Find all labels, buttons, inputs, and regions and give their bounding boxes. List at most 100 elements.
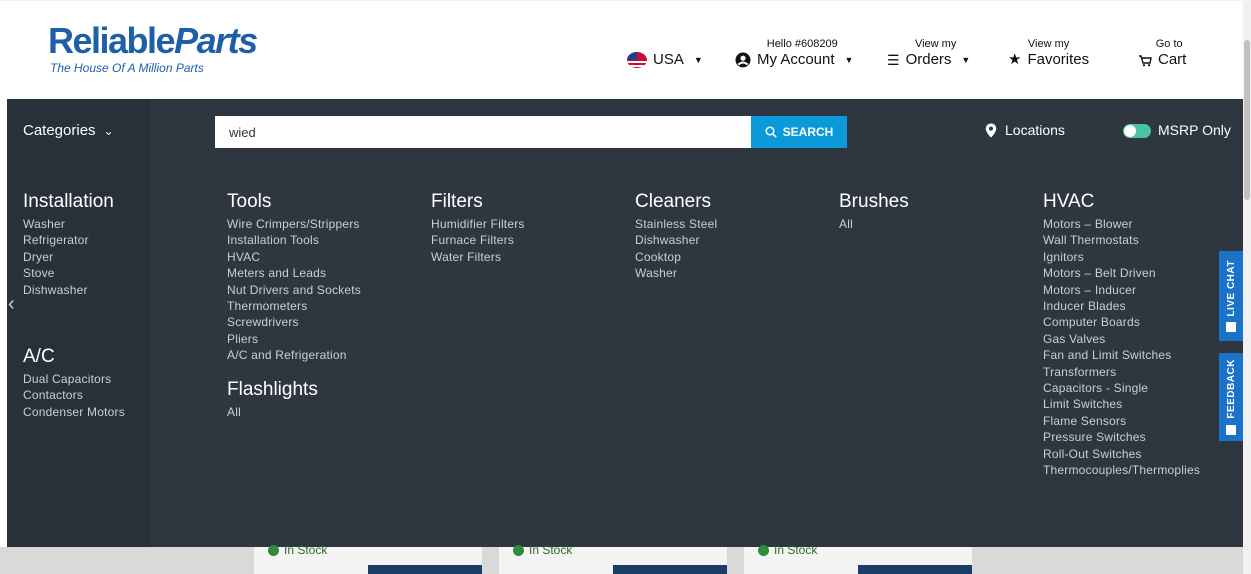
star-icon: ★ — [1008, 51, 1022, 68]
caret-down-icon: ▼ — [844, 55, 854, 65]
menu-column-cleaners: Cleaners Stainless Steel Dishwasher Cook… — [635, 191, 717, 282]
locations-link[interactable]: Locations — [985, 122, 1065, 138]
menu-item[interactable]: Contactors — [23, 387, 125, 403]
menu-item[interactable]: Water Filters — [431, 249, 525, 265]
add-to-cart-button[interactable] — [368, 565, 482, 574]
menu-item[interactable]: Dryer — [23, 249, 114, 265]
menu-item[interactable]: Ignitors — [1043, 249, 1200, 265]
chevron-left-icon[interactable]: ‹ — [8, 293, 15, 316]
menu-item[interactable]: Wall Thermostats — [1043, 232, 1200, 248]
caret-down-icon: ▼ — [693, 55, 703, 65]
list-icon: ☰ — [887, 52, 900, 68]
menu-item[interactable]: Transformers — [1043, 364, 1200, 380]
account-greeting: Hello #608209 — [766, 38, 838, 50]
menu-column-brushes: Brushes All — [839, 191, 909, 232]
menu-heading-brushes[interactable]: Brushes — [839, 191, 909, 213]
msrp-label: MSRP Only — [1158, 122, 1231, 138]
stock-badge: In Stock — [758, 543, 817, 557]
menu-heading-installation[interactable]: Installation — [23, 191, 114, 213]
menu-item[interactable]: Motors – Blower — [1043, 216, 1200, 232]
menu-item[interactable]: Screwdrivers — [227, 314, 361, 330]
add-to-cart-button[interactable] — [613, 565, 727, 574]
menu-item[interactable]: Condenser Motors — [23, 404, 125, 420]
menu-item[interactable]: Pressure Switches — [1043, 429, 1200, 445]
country-selector[interactable]: USA ▼ — [627, 51, 703, 69]
menu-item[interactable]: Thermocouples/Thermoplies — [1043, 462, 1200, 478]
menu-item[interactable]: A/C and Refrigeration — [227, 347, 361, 363]
check-circle-icon — [758, 544, 769, 556]
map-pin-icon — [985, 123, 997, 137]
stock-badge: In Stock — [513, 543, 572, 557]
menu-item[interactable]: All — [839, 216, 909, 232]
menu-item[interactable]: All — [227, 404, 318, 420]
chevron-down-icon: ⌄ — [103, 123, 114, 138]
menu-heading-filters[interactable]: Filters — [431, 191, 525, 213]
account-menu[interactable]: Hello #608209 My Account ▼ — [735, 38, 853, 69]
check-circle-icon — [268, 544, 279, 556]
menu-item[interactable]: Capacitors - Single — [1043, 380, 1200, 396]
menu-item[interactable]: Stainless Steel — [635, 216, 717, 232]
menu-column-tools: Tools Wire Crimpers/Strippers Installati… — [227, 191, 361, 364]
menu-heading-ac[interactable]: A/C — [23, 346, 125, 368]
menu-item[interactable]: Computer Boards — [1043, 314, 1200, 330]
check-circle-icon — [513, 544, 524, 556]
menu-item[interactable]: Refrigerator — [23, 232, 114, 248]
menu-heading-cleaners[interactable]: Cleaners — [635, 191, 717, 213]
menu-item[interactable]: Stove — [23, 265, 114, 281]
scrollbar-thumb[interactable] — [1244, 40, 1250, 200]
menu-item[interactable]: Inducer Blades — [1043, 298, 1200, 314]
menu-column-hvac: HVAC Motors – Blower Wall Thermostats Ig… — [1043, 191, 1200, 479]
stock-badge: In Stock — [268, 543, 327, 557]
feedback-icon — [1226, 424, 1236, 435]
add-to-cart-button[interactable] — [858, 565, 972, 574]
menu-item[interactable]: Motors – Belt Driven — [1043, 265, 1200, 281]
menu-item[interactable]: Wire Crimpers/Strippers — [227, 216, 361, 232]
menu-item[interactable]: Humidifier Filters — [431, 216, 525, 232]
live-chat-tab[interactable]: LIVE CHAT — [1219, 251, 1243, 341]
menu-item[interactable]: Cooktop — [635, 249, 717, 265]
menu-item[interactable]: Fan and Limit Switches — [1043, 347, 1200, 363]
menu-heading-tools[interactable]: Tools — [227, 191, 361, 213]
menu-item[interactable]: Dual Capacitors — [23, 371, 125, 387]
feedback-tab[interactable]: FEEDBACK — [1219, 353, 1243, 441]
menu-item[interactable]: Nut Drivers and Sockets — [227, 282, 361, 298]
menu-heading-hvac[interactable]: HVAC — [1043, 191, 1200, 213]
msrp-toggle[interactable] — [1123, 124, 1151, 138]
menu-item[interactable]: HVAC — [227, 249, 361, 265]
menu-item[interactable]: Flame Sensors — [1043, 413, 1200, 429]
logo-tagline: The House Of A Million Parts — [50, 61, 204, 75]
menu-item[interactable]: Dishwasher — [635, 232, 717, 248]
cart-icon — [1139, 54, 1152, 66]
menu-item[interactable]: Dishwasher — [23, 282, 114, 298]
menu-heading-flashlights[interactable]: Flashlights — [227, 379, 318, 401]
orders-link[interactable]: View my ☰ Orders ▼ — [887, 38, 970, 69]
menu-item[interactable]: Washer — [635, 265, 717, 281]
menu-column-flashlights: Flashlights All — [227, 379, 318, 420]
menu-item[interactable]: Thermometers — [227, 298, 361, 314]
page-scrollbar[interactable] — [1243, 0, 1251, 574]
menu-item[interactable]: Pliers — [227, 331, 361, 347]
menu-item[interactable]: Motors – Inducer — [1043, 282, 1200, 298]
user-circle-icon — [735, 52, 751, 68]
search-button[interactable]: SEARCH — [751, 116, 847, 148]
logo-wordmark: ReliableParts — [48, 20, 258, 61]
menu-item[interactable]: Furnace Filters — [431, 232, 525, 248]
site-logo[interactable]: ReliableParts The House Of A Million Par… — [48, 20, 258, 76]
search-icon — [765, 126, 777, 138]
menu-item[interactable]: Washer — [23, 216, 114, 232]
categories-toggle[interactable]: Categories ⌄ — [23, 122, 114, 139]
menu-column-installation: Installation Washer Refrigerator Dryer S… — [23, 191, 114, 298]
cart-link[interactable]: Go to Cart — [1138, 38, 1186, 69]
menu-item[interactable]: Meters and Leads — [227, 265, 361, 281]
menu-item[interactable]: Limit Switches — [1043, 396, 1200, 412]
caret-down-icon: ▼ — [961, 55, 971, 65]
menu-item[interactable]: Roll-Out Switches — [1043, 446, 1200, 462]
chat-icon — [1226, 322, 1236, 333]
site-header: ReliableParts The House Of A Million Par… — [0, 0, 1251, 99]
menu-item[interactable]: Gas Valves — [1043, 331, 1200, 347]
favorites-link[interactable]: View my ★ Favorites — [1008, 38, 1089, 69]
search-input[interactable] — [215, 116, 751, 148]
menu-column-ac: A/C Dual Capacitors Contactors Condenser… — [23, 346, 125, 420]
menu-item[interactable]: Installation Tools — [227, 232, 361, 248]
menu-column-filters: Filters Humidifier Filters Furnace Filte… — [431, 191, 525, 265]
